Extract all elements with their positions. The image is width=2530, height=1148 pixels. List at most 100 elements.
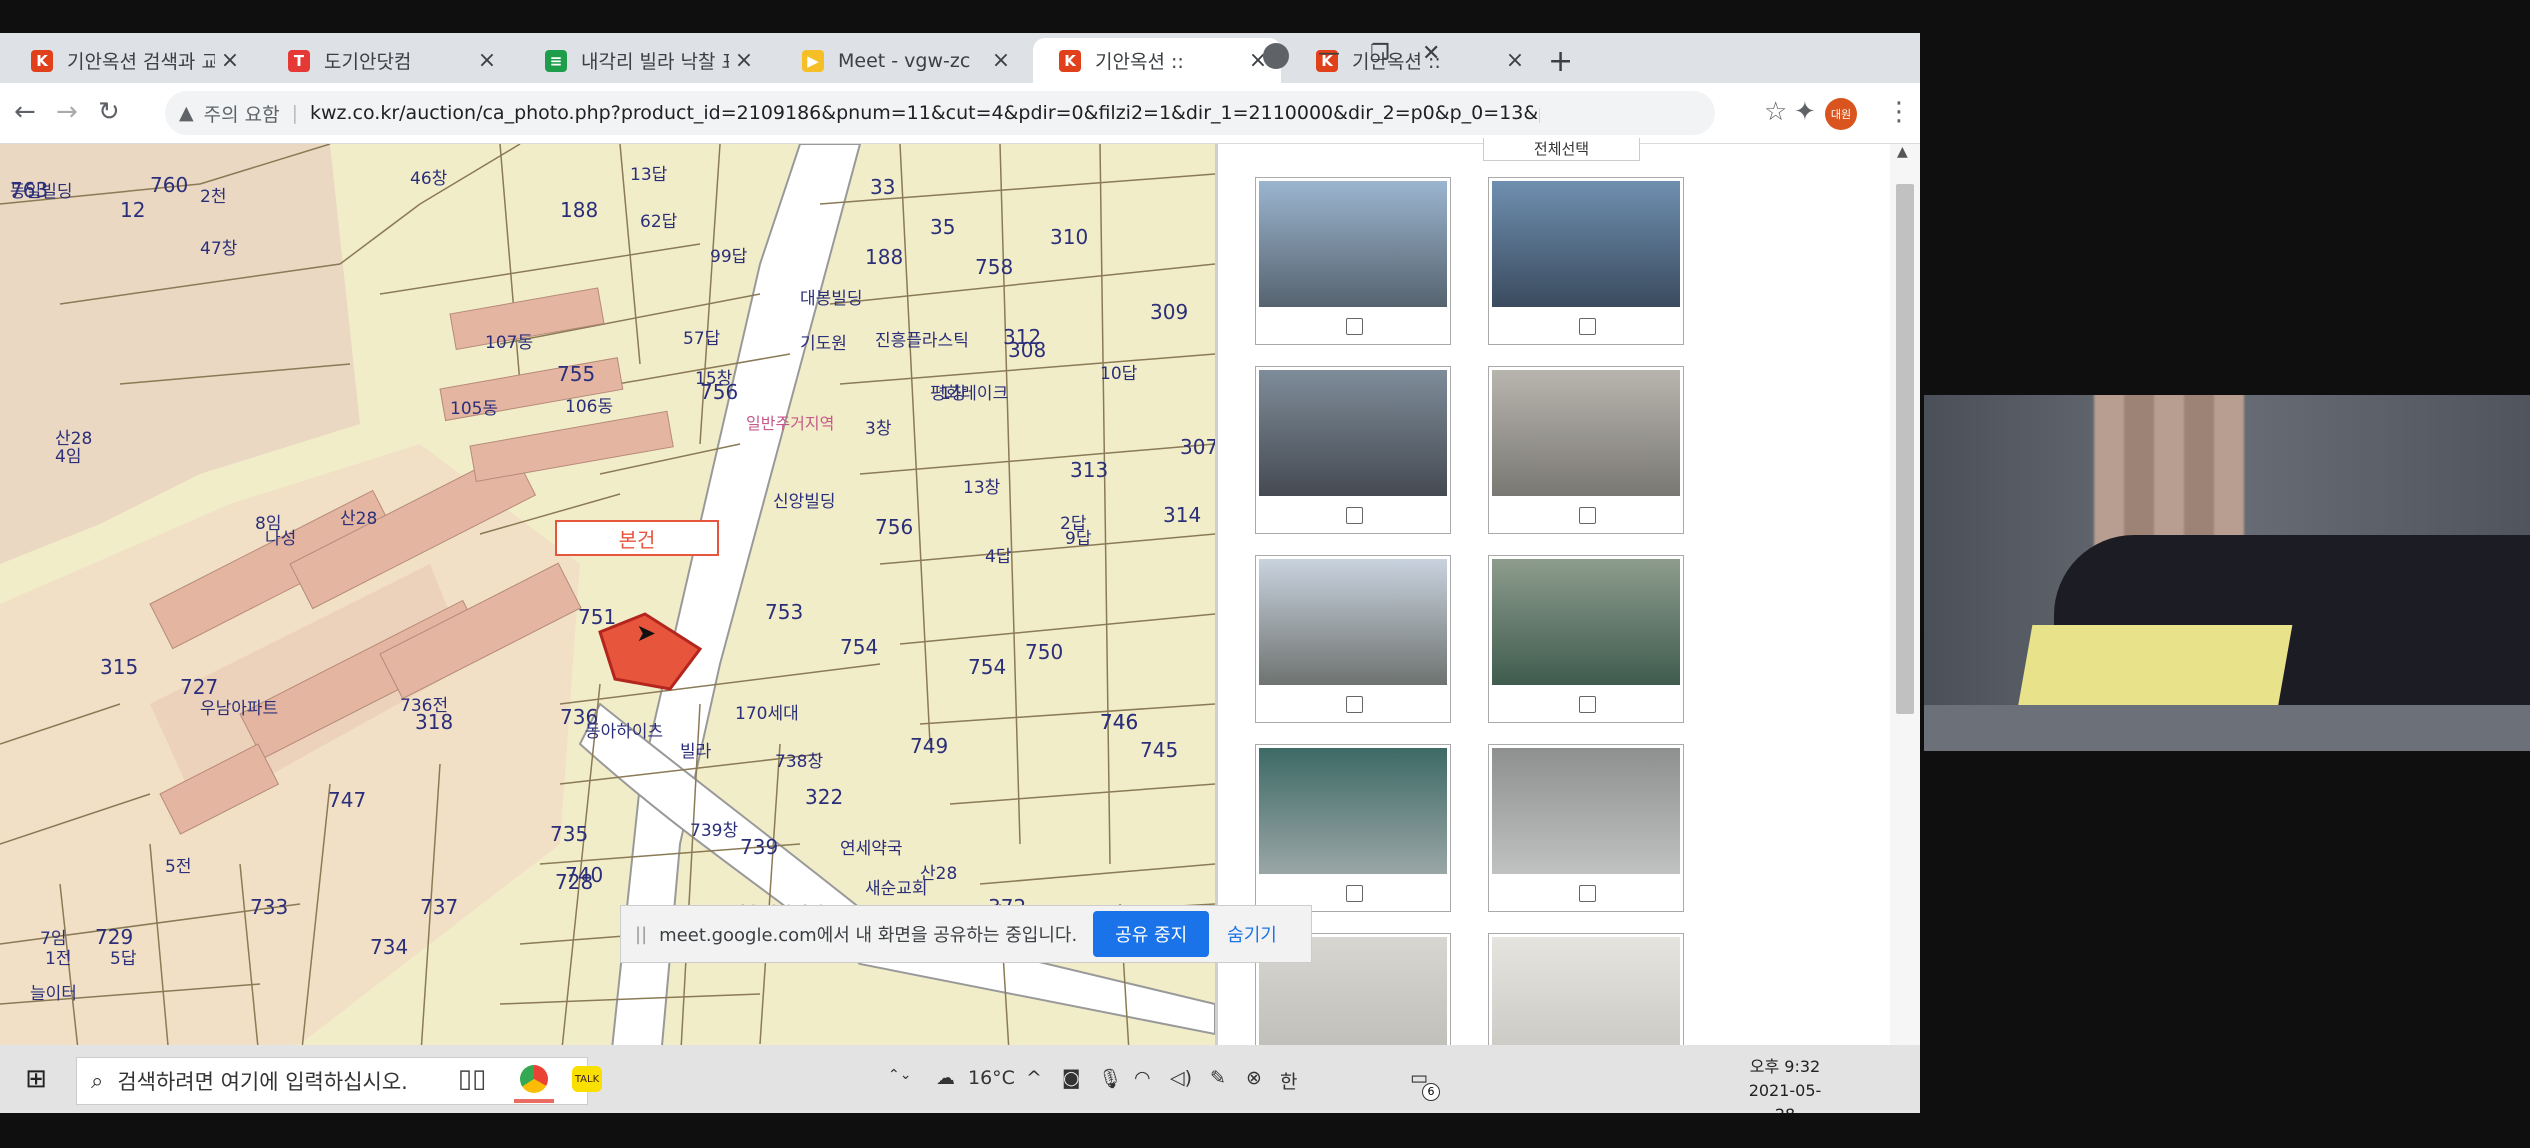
mic-icon[interactable]: 🎙 xyxy=(1098,1067,1122,1090)
map-lot-label: 315 xyxy=(100,655,138,679)
map-lot-label: 188 xyxy=(865,245,903,269)
back-icon[interactable]: ← xyxy=(14,97,36,127)
map-lot-label: 754 xyxy=(840,635,878,659)
hide-button[interactable]: 숨기기 xyxy=(1227,921,1277,947)
zone-label: 일반주거지역 xyxy=(746,414,835,433)
webcam-feed xyxy=(1924,395,2530,751)
property-photo[interactable] xyxy=(1488,744,1684,912)
profile-avatar[interactable]: 대원 xyxy=(1825,98,1857,130)
photo-checkbox[interactable] xyxy=(1346,696,1363,713)
map-lot-label: 736전 xyxy=(400,696,448,716)
bookmark-star-icon[interactable]: ☆ xyxy=(1764,97,1787,127)
windows-start-icon[interactable]: ⊞ xyxy=(16,1059,56,1099)
property-photo[interactable] xyxy=(1255,177,1451,345)
tab-search-icon[interactable] xyxy=(1263,43,1289,69)
tab-5[interactable]: K 기안옥션 :: × xyxy=(1033,38,1281,83)
photo-checkbox[interactable] xyxy=(1579,696,1596,713)
kakaotalk-taskbar-icon[interactable]: TALK xyxy=(567,1059,607,1099)
map-lot-label: 산28 xyxy=(55,429,92,449)
map-lot-label: 33 xyxy=(870,175,895,199)
warning-icon[interactable]: ▲ xyxy=(179,102,194,124)
photo-checkbox[interactable] xyxy=(1579,885,1596,902)
map-lot-label: 99답 xyxy=(710,247,748,267)
video-bottom-letterbox xyxy=(0,1113,2530,1148)
map-lot-label: 754 xyxy=(968,655,1006,679)
stop-sharing-button[interactable]: 공유 중지 xyxy=(1093,911,1210,957)
photo-checkbox[interactable] xyxy=(1346,885,1363,902)
url-text[interactable]: kwz.co.kr/auction/ca_photo.php?product_i… xyxy=(310,102,1540,124)
photo-image xyxy=(1259,370,1447,496)
drag-handle-icon[interactable]: || xyxy=(635,924,647,945)
property-photo[interactable] xyxy=(1488,177,1684,345)
tab-1[interactable]: K 기안옥션 검색과 교 × xyxy=(5,38,253,83)
security-warning-label[interactable]: 주의 요함 xyxy=(204,100,280,127)
photo-checkbox[interactable] xyxy=(1346,318,1363,335)
menu-icon[interactable]: ⋮ xyxy=(1886,97,1912,127)
tab-3[interactable]: ≡ 내각리 빌라 낙찰 표 × xyxy=(519,38,767,83)
property-photo[interactable] xyxy=(1488,555,1684,723)
close-window-icon[interactable]: ✕ xyxy=(1422,41,1440,66)
map-lot-label: 308 xyxy=(1008,338,1046,362)
property-photo[interactable] xyxy=(1255,366,1451,534)
map-lot-label: 739창 xyxy=(690,821,738,841)
tab-close-icon[interactable]: × xyxy=(215,48,245,73)
temperature-label[interactable]: 16°C xyxy=(968,1067,1015,1089)
tab-4[interactable]: ▶ Meet - vgw-zc × xyxy=(776,38,1024,83)
select-all-tab[interactable]: 전체선택 xyxy=(1483,138,1640,161)
meet-tray-icon[interactable]: ◙ xyxy=(1062,1067,1080,1089)
search-icon: ⌕ xyxy=(91,1068,104,1094)
map-lot-label: 735 xyxy=(550,822,588,846)
task-view-icon[interactable]: ▯▯ xyxy=(452,1059,492,1099)
extensions-icon[interactable]: ✦ xyxy=(1794,97,1816,127)
property-photo[interactable] xyxy=(1255,555,1451,723)
restore-icon[interactable]: ❐ xyxy=(1370,41,1390,66)
tab-close-icon[interactable]: × xyxy=(986,48,1016,73)
photo-checkbox[interactable] xyxy=(1579,318,1596,335)
toolbar: ← → ↻ ▲ 주의 요함 | kwz.co.kr/auction/ca_pho… xyxy=(0,83,1920,144)
subject-property-label: 본건 xyxy=(555,520,719,556)
map-lot-label: 빌라 xyxy=(680,742,712,762)
map-lot-label: 1전 xyxy=(45,949,71,969)
tab-close-icon[interactable]: × xyxy=(729,48,759,73)
scrollbar-thumb[interactable] xyxy=(1896,184,1914,714)
forward-icon[interactable]: → xyxy=(56,97,78,127)
clock[interactable]: 오후 9:32 2021-05-28 xyxy=(1740,1055,1830,1113)
taskbar-search[interactable]: ⌕ 검색하려면 여기에 입력하십시오. xyxy=(76,1057,588,1105)
map-lot-label: 46창 xyxy=(410,169,448,189)
chrome-taskbar-icon[interactable] xyxy=(514,1059,554,1103)
property-photo[interactable] xyxy=(1255,744,1451,912)
tab-close-icon[interactable]: × xyxy=(1500,48,1530,73)
windows-taskbar: ⊞ ⌕ 검색하려면 여기에 입력하십시오. ▯▯ TALK ⌃⌄ ☁ 16°C … xyxy=(0,1045,1920,1113)
map-lot-label: 동일빌딩 xyxy=(10,182,73,202)
map-lot-label: 산28 xyxy=(920,864,957,884)
map-lot-label: 진흥플라스틱 xyxy=(875,331,969,351)
map-lot-label: 57답 xyxy=(683,329,721,349)
weather-icon[interactable]: ☁ xyxy=(936,1067,955,1089)
show-hidden-icons-icon[interactable]: ^ xyxy=(1026,1067,1042,1089)
map-lot-label: 9답 xyxy=(1065,529,1092,549)
tab-close-icon[interactable]: × xyxy=(472,48,502,73)
tab-2[interactable]: T 도기안닷컴 × xyxy=(262,38,510,83)
scroll-up-icon[interactable]: ▲ xyxy=(1897,144,1908,160)
map-lot-label: 새순교회 xyxy=(865,879,928,899)
reload-icon[interactable]: ↻ xyxy=(98,97,120,127)
ime-indicator[interactable]: 한 xyxy=(1280,1067,1297,1094)
network-icon[interactable]: ◠ xyxy=(1134,1067,1151,1089)
photo-checkbox[interactable] xyxy=(1346,507,1363,524)
new-tab-button[interactable]: + xyxy=(1548,47,1573,77)
map-lot-label: 3창 xyxy=(865,419,892,439)
map-lot-label: 756 xyxy=(875,515,913,539)
minimize-icon[interactable]: — xyxy=(1318,41,1340,66)
pen-icon[interactable]: ✎ xyxy=(1210,1067,1226,1089)
search-placeholder: 검색하려면 여기에 입력하십시오. xyxy=(117,1070,408,1094)
map-lot-label: 62답 xyxy=(640,212,678,232)
video-top-letterbox xyxy=(0,0,2530,33)
address-bar[interactable]: ▲ 주의 요함 | kwz.co.kr/auction/ca_photo.php… xyxy=(165,91,1715,135)
photo-checkbox[interactable] xyxy=(1579,507,1596,524)
volume-icon[interactable]: ◁) xyxy=(1170,1067,1192,1089)
close-circle-icon[interactable]: ⊗ xyxy=(1246,1067,1262,1089)
tray-scroll-icon[interactable]: ⌃⌄ xyxy=(888,1067,911,1083)
meet-favicon: ▶ xyxy=(802,49,824,72)
map-lot-label: 나성 xyxy=(265,529,296,549)
property-photo[interactable] xyxy=(1488,366,1684,534)
